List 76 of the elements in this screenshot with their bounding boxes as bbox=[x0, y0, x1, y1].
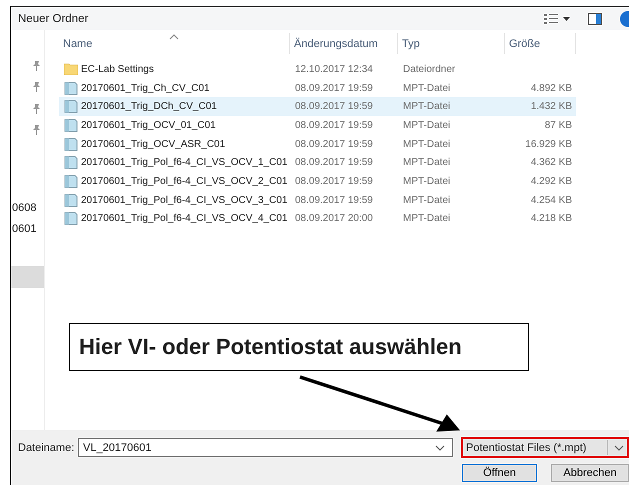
date-cell: 08.09.2017 20:00 bbox=[295, 213, 373, 224]
size-cell: 87 KB bbox=[544, 120, 572, 131]
chevron-icon[interactable] bbox=[614, 444, 624, 450]
type-cell: MPT-Datei bbox=[403, 138, 450, 150]
file-icon bbox=[64, 212, 78, 226]
file-row[interactable]: EC-Lab Settings 12.10.2017 12:34 Dateiordner bbox=[59, 60, 576, 79]
type-cell: MPT-Datei bbox=[403, 101, 450, 112]
window-title: Neuer Ordner bbox=[18, 12, 88, 24]
date-cell: 08.09.2017 19:59 bbox=[295, 120, 373, 131]
file-icon bbox=[64, 138, 78, 151]
filename-label: Dateiname: bbox=[18, 442, 76, 454]
type-cell: Dateiordner bbox=[403, 64, 456, 75]
sort-caret-icon bbox=[169, 34, 179, 40]
file-row[interactable]: 20170601_Trig_Pol_f6-4_CI_VS_OCV_2_C01 08.09.2017 19:59 MPT-Datei 4.292 KB bbox=[59, 172, 576, 191]
size-cell: 4.218 KB bbox=[530, 213, 572, 224]
size-cell: 4.892 KB bbox=[530, 82, 572, 94]
size-cell: 4.254 KB bbox=[530, 194, 572, 206]
size-cell: 4.292 KB bbox=[530, 176, 572, 187]
file-icon bbox=[64, 156, 78, 170]
column-header[interactable]: Größe bbox=[505, 33, 576, 54]
file-icon bbox=[64, 82, 78, 95]
pin-icon[interactable] bbox=[32, 104, 41, 114]
pin-icon[interactable] bbox=[32, 125, 41, 136]
file-name: 20170601_Trig_Pol_f6-4_CI_VS_OCV_3_C01 bbox=[81, 194, 288, 206]
file-name: 20170601_Trig_OCV_ASR_C01 bbox=[81, 138, 226, 150]
date-cell: 08.09.2017 19:59 bbox=[295, 157, 373, 168]
view-options-icon[interactable] bbox=[544, 12, 570, 24]
file-name: 20170601_Trig_DCh_CV_C01 bbox=[81, 101, 217, 112]
column-header[interactable]: Typ bbox=[398, 33, 505, 54]
file-icon bbox=[64, 174, 78, 188]
date-cell: 08.09.2017 19:59 bbox=[295, 138, 373, 150]
file-name: 20170601_Trig_Pol_f6-4_CI_VS_OCV_2_C01 bbox=[81, 176, 288, 187]
type-cell: MPT-Datei bbox=[403, 157, 450, 168]
pin-icon[interactable] bbox=[32, 82, 41, 92]
pin-icon[interactable] bbox=[32, 60, 41, 71]
date-cell: 08.09.2017 19:59 bbox=[295, 176, 373, 187]
open-button[interactable]: Öffnen bbox=[462, 464, 537, 482]
size-cell: 4.362 KB bbox=[530, 157, 572, 168]
date-cell: 12.10.2017 12:34 bbox=[295, 64, 373, 75]
file-name: 20170601_Trig_Pol_f6-4_CI_VS_OCV_1_C01 bbox=[81, 157, 288, 168]
file-type-dropdown[interactable]: Potentiostat Files (*.mpt) bbox=[461, 437, 629, 458]
type-cell: MPT-Datei bbox=[403, 82, 450, 94]
type-cell: MPT-Datei bbox=[403, 120, 450, 131]
file-icon bbox=[64, 100, 78, 114]
cancel-button[interactable]: Abbrechen bbox=[551, 464, 629, 482]
date-cell: 08.09.2017 19:59 bbox=[295, 101, 373, 112]
file-row[interactable]: 20170601_Trig_Ch_CV_C01 08.09.2017 19:59 MPT-Datei 4.892 KB bbox=[59, 78, 576, 98]
chevron-icon[interactable] bbox=[435, 444, 445, 450]
file-icon bbox=[64, 118, 78, 132]
file-name: 20170601_Trig_Pol_f6-4_CI_VS_OCV_4_C01 bbox=[81, 213, 288, 224]
annotation-callout: Hier VI- oder Potentiostat auswählen bbox=[69, 323, 529, 371]
file-row[interactable]: 20170601_Trig_Pol_f6-4_CI_VS_OCV_1_C01 08.09.2017 19:59 MPT-Datei 4.362 KB bbox=[59, 153, 576, 172]
size-cell: 1.432 KB bbox=[530, 101, 572, 112]
nav-item[interactable]: 0601 bbox=[12, 223, 36, 236]
nav-item[interactable]: 0608 bbox=[12, 202, 36, 214]
file-name: EC-Lab Settings bbox=[81, 64, 154, 75]
file-row[interactable]: 20170601_Trig_OCV_ASR_C01 08.09.2017 19:59 MPT-Datei 16.929 KB bbox=[59, 134, 576, 154]
column-header[interactable]: Name bbox=[59, 33, 290, 54]
size-cell: 16.929 KB bbox=[525, 138, 572, 150]
preview-pane-icon[interactable] bbox=[588, 12, 602, 24]
column-header[interactable]: Änderungsdatum bbox=[290, 33, 398, 54]
date-cell: 08.09.2017 19:59 bbox=[295, 82, 373, 94]
type-cell: MPT-Datei bbox=[403, 176, 450, 187]
file-row[interactable]: 20170601_Trig_OCV_01_C01 08.09.2017 19:59 MPT-Datei 87 KB bbox=[59, 116, 576, 135]
file-row[interactable]: 20170601_Trig_Pol_f6-4_CI_VS_OCV_4_C01 08.09.2017 20:00 MPT-Datei 4.218 KB bbox=[59, 210, 576, 228]
folder-icon bbox=[64, 63, 78, 76]
file-name: 20170601_Trig_Ch_CV_C01 bbox=[81, 82, 210, 94]
file-row[interactable]: 20170601_Trig_DCh_CV_C01 08.09.2017 19:59 MPT-Datei 1.432 KB bbox=[59, 97, 576, 116]
file-name: 20170601_Trig_OCV_01_C01 bbox=[81, 120, 216, 131]
date-cell: 08.09.2017 19:59 bbox=[295, 194, 373, 206]
scrollbar-thumb[interactable] bbox=[11, 266, 44, 288]
type-cell: MPT-Datei bbox=[403, 194, 450, 206]
file-icon bbox=[64, 194, 78, 207]
type-cell: MPT-Datei bbox=[403, 213, 450, 224]
filename-field[interactable]: VL_20170601 bbox=[78, 438, 453, 457]
file-row[interactable]: 20170601_Trig_Pol_f6-4_CI_VS_OCV_3_C01 08.09.2017 19:59 MPT-Datei 4.254 KB bbox=[59, 190, 576, 210]
